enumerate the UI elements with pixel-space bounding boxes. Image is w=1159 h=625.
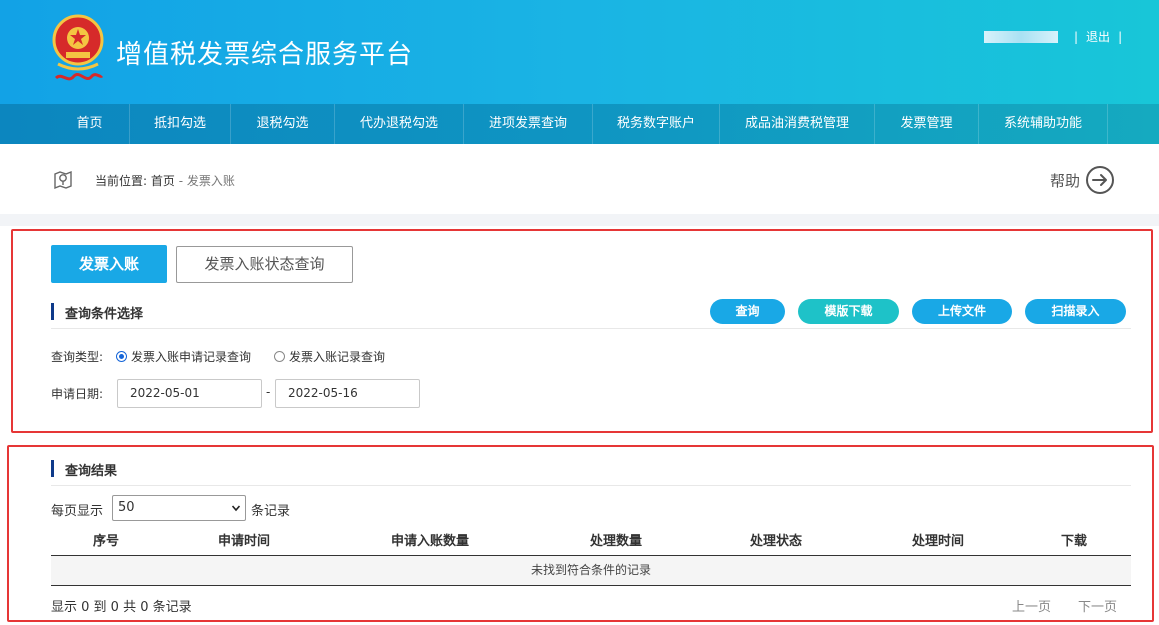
tab-invoice-entry[interactable]: 发票入账 [51,245,167,283]
nav-item-3[interactable]: 代办退税勾选 [335,104,464,144]
nav-list: 首页 抵扣勾选 退税勾选 代办退税勾选 进项发票查询 税务数字账户 成品油消费税管理 发票管理… [50,104,1108,144]
breadcrumb-home[interactable]: 首页 [151,174,175,188]
radio-selected-icon [116,351,127,362]
upload-file-button[interactable]: 上传文件 [912,299,1012,324]
main-nav: 首页 抵扣勾选 退税勾选 代办退税勾选 进项发票查询 税务数字账户 成品油消费税管理 发票管理… [0,104,1159,144]
prev-page-button[interactable]: 上一页 [1012,596,1051,615]
chevron-down-icon [232,505,240,512]
user-area: | 退出 | [984,28,1130,45]
header-banner: 增值税发票综合服务平台 | 退出 | [0,0,1159,104]
help-label: 帮助 [1050,171,1081,190]
section-gap [0,214,1159,226]
per-page-label: 每页显示 [51,504,104,519]
per-page-suffix: 条记录 [251,504,291,519]
breadcrumb-current: 发票入账 [186,174,235,188]
radio-entry-record[interactable]: 发票入账记录查询 [274,348,385,365]
separator: | [1074,29,1079,44]
site-title: 增值税发票综合服务平台 [116,40,414,70]
date-to-input[interactable]: 2022-05-16 [275,379,420,408]
col-header-processed-count: 处理数量 [589,534,642,549]
divider [51,328,1131,329]
radio-apply-record[interactable]: 发票入账申请记录查询 [116,348,251,365]
radio-unselected-icon [274,351,285,362]
col-header-apply-time: 申请时间 [217,534,270,549]
divider [51,485,1131,486]
col-header-process-time: 处理时间 [911,534,964,549]
tax-emblem-logo [52,14,104,81]
radio-entry-record-label: 发票入账记录查询 [289,350,386,364]
username-masked[interactable] [984,30,1058,43]
nav-item-1[interactable]: 抵扣勾选 [130,104,231,144]
query-section-title: 查询条件选择 [51,303,143,322]
scan-entry-button[interactable]: 扫描录入 [1025,299,1126,324]
location-map-icon [54,170,72,190]
nav-item-4[interactable]: 进项发票查询 [464,104,593,144]
breadcrumb-dash: - [174,174,187,188]
apply-date-label: 申请日期: [51,387,104,401]
nav-item-7[interactable]: 发票管理 [875,104,979,144]
date-separator: - [266,385,271,399]
col-header-index: 序号 [92,534,119,549]
breadcrumb: 当前位置: 首页 - 发票入账 [95,172,235,189]
nav-item-5[interactable]: 税务数字账户 [593,104,720,144]
logout-link[interactable]: 退出 [1086,28,1110,45]
template-download-button[interactable]: 模版下载 [798,299,899,324]
col-header-download: 下载 [1060,534,1087,549]
per-page-value: 50 [118,500,135,515]
nav-item-0[interactable]: 首页 [50,104,130,144]
pagination-summary: 显示 0 到 0 共 0 条记录 [51,600,192,615]
results-section-title: 查询结果 [51,460,117,479]
col-header-apply-count: 申请入账数量 [390,534,469,549]
per-page-select[interactable]: 50 [112,495,246,521]
table-bottom-border [51,585,1131,586]
breadcrumb-prefix: 当前位置: [95,174,148,188]
help-button[interactable]: 帮助 [1050,165,1115,195]
col-header-status: 处理状态 [749,534,802,549]
query-button[interactable]: 查询 [710,299,785,324]
empty-table-row: 未找到符合条件的记录 [51,556,1131,585]
arrow-right-circle-icon [1086,166,1115,194]
next-page-button[interactable]: 下一页 [1078,596,1117,615]
query-type-label: 查询类型: [51,350,104,364]
nav-item-6[interactable]: 成品油消费税管理 [720,104,875,144]
nav-item-2[interactable]: 退税勾选 [231,104,335,144]
radio-apply-record-label: 发票入账申请记录查询 [131,350,252,364]
nav-item-8[interactable]: 系统辅助功能 [979,104,1108,144]
date-from-input[interactable]: 2022-05-01 [117,379,262,408]
separator: | [1118,29,1123,44]
tab-entry-status-query[interactable]: 发票入账状态查询 [176,246,353,283]
